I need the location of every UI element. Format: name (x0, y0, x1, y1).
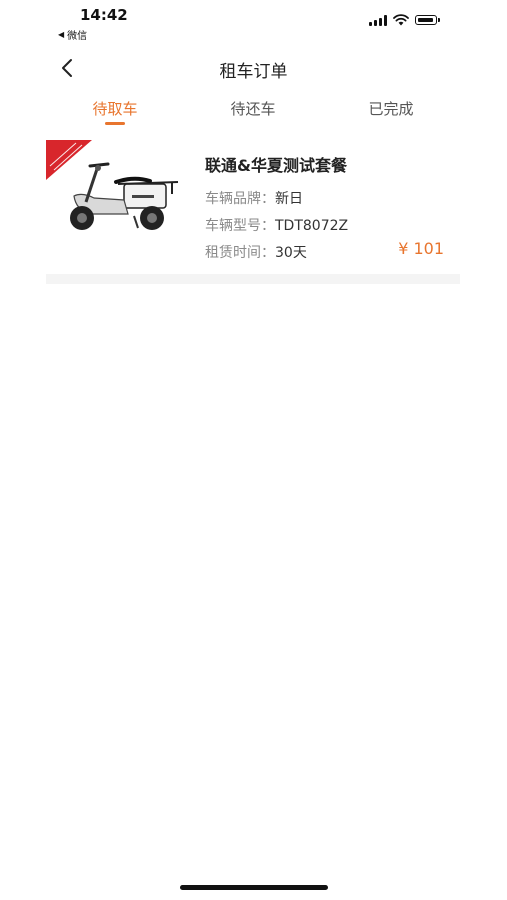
status-bar: 14:42 ◀ 微信 (0, 0, 507, 44)
order-card[interactable]: 联通&华夏测试套餐 车辆品牌：新日 车辆型号：TDT8072Z 租赁时间：30天… (46, 140, 460, 274)
tab-pending-pickup[interactable]: 待取车 (46, 92, 184, 132)
vehicle-model-value: TDT8072Z (275, 218, 349, 234)
vehicle-model-row: 车辆型号：TDT8072Z (205, 215, 348, 235)
product-name: 联通&华夏测试套餐 (205, 156, 347, 175)
tab-pending-return[interactable]: 待还车 (184, 92, 322, 132)
vehicle-brand-label: 车辆品牌： (205, 191, 275, 207)
card-divider (46, 274, 460, 284)
nav-bar: 租车订单 (0, 48, 507, 88)
tab-label: 待取车 (92, 100, 138, 118)
back-app-label: 微信 (67, 31, 88, 42)
tab-label: 待还车 (230, 100, 276, 118)
tab-label: 已完成 (368, 100, 414, 118)
page-title: 租车订单 (219, 62, 288, 82)
wifi-icon (393, 14, 409, 26)
signal-icon (369, 14, 387, 26)
vehicle-brand-row: 车辆品牌：新日 (205, 188, 303, 208)
active-tab-indicator (105, 122, 125, 125)
rental-duration-value: 30天 (275, 245, 307, 261)
promo-ribbon-badge (46, 140, 92, 180)
battery-icon (415, 15, 440, 25)
order-price: ¥ 101 (398, 239, 444, 258)
order-status-tabs: 待取车 待还车 已完成 (46, 92, 460, 132)
vehicle-model-label: 车辆型号： (205, 218, 275, 234)
rental-duration-label: 租赁时间： (205, 245, 275, 261)
home-indicator[interactable] (180, 885, 328, 890)
tab-completed[interactable]: 已完成 (322, 92, 460, 132)
status-time: 14:42 (80, 6, 128, 24)
back-triangle-icon: ◀ (58, 30, 65, 39)
back-to-app-link[interactable]: ◀ 微信 (58, 27, 87, 42)
rental-duration-row: 租赁时间：30天 (205, 242, 307, 262)
status-icons (369, 14, 440, 26)
vehicle-brand-value: 新日 (275, 191, 303, 207)
